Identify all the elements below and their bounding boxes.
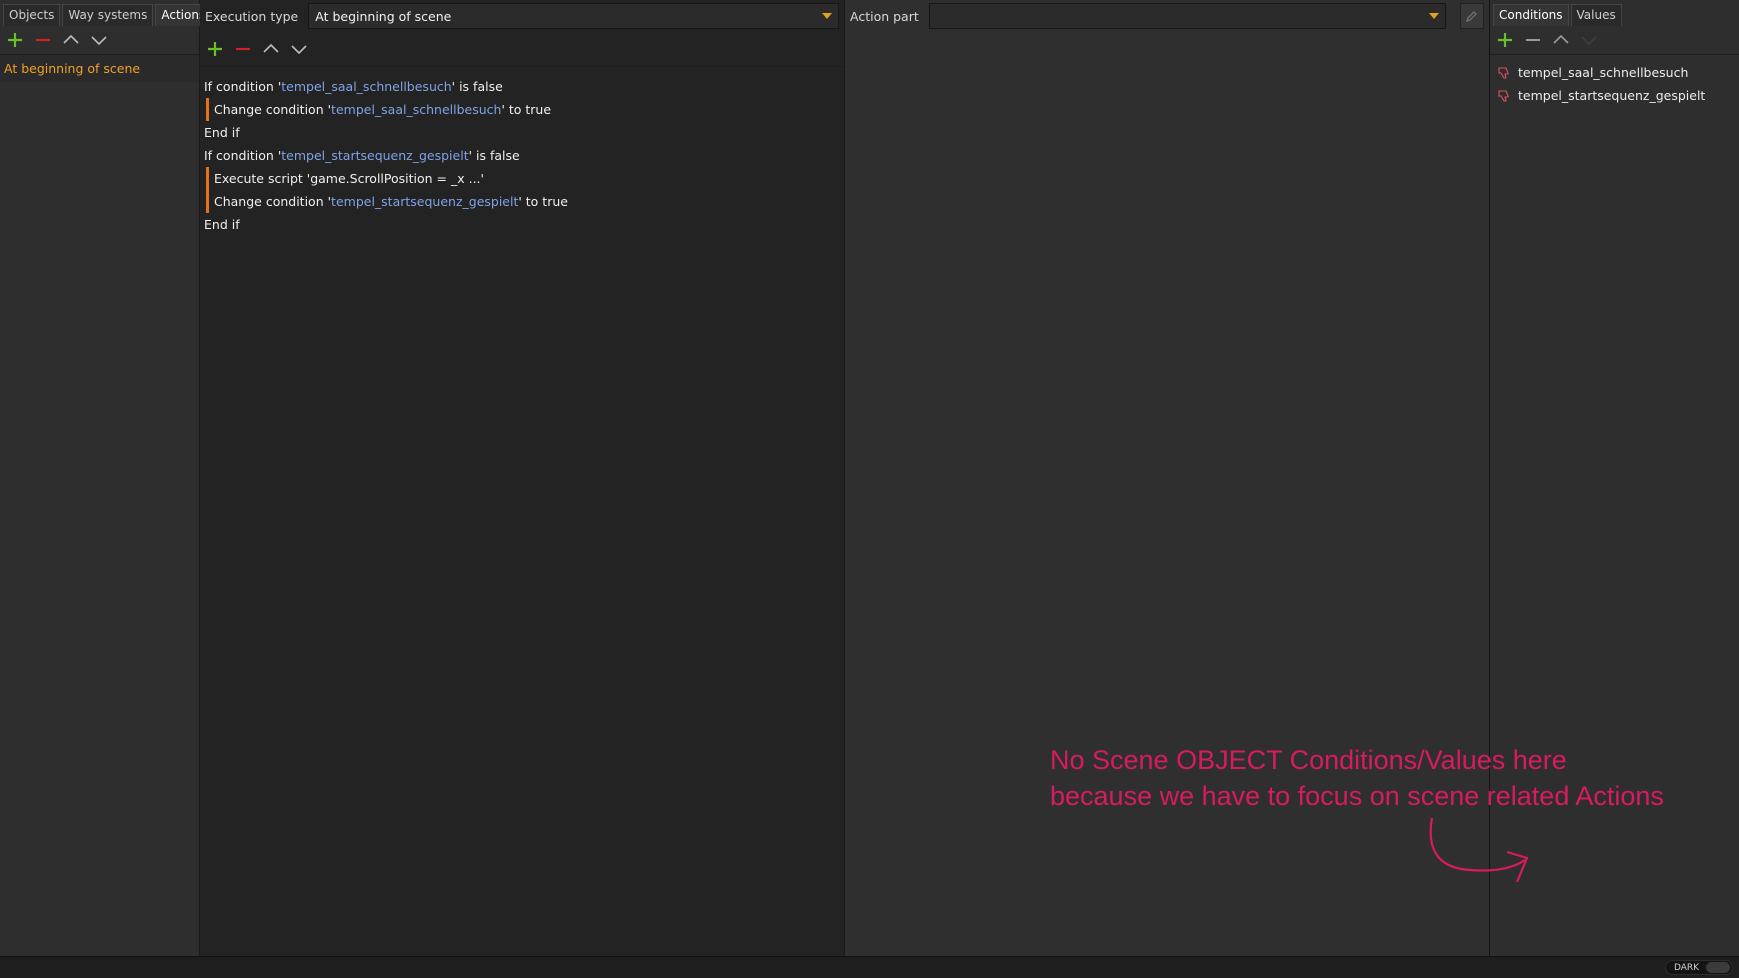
edit-action-part-button[interactable]	[1460, 3, 1484, 29]
add-action-button[interactable]	[6, 31, 24, 49]
add-condition-button[interactable]	[1496, 31, 1514, 49]
add-icon	[1498, 33, 1512, 47]
line-text: If condition '	[204, 79, 282, 94]
move-down-button[interactable]	[90, 31, 108, 49]
action-part-row: Action part	[845, 0, 1489, 32]
action-part-dropdown[interactable]	[928, 3, 1446, 29]
execution-type-dropdown[interactable]: At beginning of scene	[308, 3, 839, 29]
condition-label: tempel_startsequenz_gespielt	[1518, 88, 1706, 103]
remove-icon	[36, 38, 50, 42]
move-up-button[interactable]	[62, 31, 80, 49]
remove-action-button[interactable]	[34, 31, 52, 49]
thumbs-down-icon	[1498, 89, 1509, 102]
theme-toggle[interactable]: DARK	[1665, 960, 1733, 975]
action-lines: If condition 'tempel_saal_schnellbesuch'…	[200, 67, 844, 244]
action-line[interactable]: If condition 'tempel_saal_schnellbesuch'…	[204, 75, 840, 98]
line-text: Change condition '	[214, 194, 332, 209]
list-item[interactable]: tempel_startsequenz_gespielt	[1490, 84, 1739, 107]
annotation-line-1: No Scene OBJECT Conditions/Values here	[1050, 745, 1567, 775]
move-line-down-button[interactable]	[290, 40, 308, 58]
remove-icon	[236, 47, 250, 51]
move-up-icon	[263, 43, 279, 53]
line-text: Execute script 'game.ScrollPosition = _x…	[214, 171, 484, 186]
line-text: ' to true	[501, 102, 552, 117]
add-icon	[208, 42, 222, 56]
right-tabs: Conditions Values	[1490, 0, 1739, 26]
move-down-icon	[91, 36, 107, 46]
condition-link[interactable]: tempel_saal_schnellbesuch	[281, 79, 451, 94]
theme-toggle-label: DARK	[1674, 962, 1700, 973]
add-line-button[interactable]	[206, 40, 224, 58]
remove-condition-button[interactable]	[1524, 31, 1542, 49]
tab-values[interactable]: Values	[1570, 4, 1622, 26]
toggle-knob	[1706, 962, 1730, 973]
annotation-line-2: because we have to focus on scene relate…	[1050, 781, 1664, 811]
condition-link[interactable]: tempel_saal_schnellbesuch	[331, 102, 501, 117]
action-line[interactable]: Change condition 'tempel_startsequenz_ge…	[206, 190, 840, 213]
move-up-icon	[63, 34, 79, 44]
action-line[interactable]: Change condition 'tempel_saal_schnellbes…	[206, 98, 840, 121]
line-text: End if	[204, 217, 240, 232]
condition-link[interactable]: tempel_startsequenz_gespielt	[281, 148, 468, 163]
chevron-down-icon	[822, 13, 832, 19]
center-toolbar	[200, 32, 844, 67]
move-down-icon	[291, 45, 307, 55]
conditions-list: tempel_saal_schnellbesuch tempel_startse…	[1490, 55, 1739, 107]
annotation-arrow-icon	[1429, 817, 1529, 883]
line-text: If condition '	[204, 148, 282, 163]
actions-panel: Objects Way systems Actions At beginning…	[0, 0, 212, 956]
list-item[interactable]: tempel_saal_schnellbesuch	[1490, 61, 1739, 84]
condition-link[interactable]: tempel_startsequenz_gespielt	[331, 194, 518, 209]
line-text: ' to true	[518, 194, 568, 209]
left-tabs: Objects Way systems Actions	[0, 0, 212, 26]
execution-type-row: Execution type At beginning of scene	[200, 0, 844, 32]
add-icon	[8, 33, 22, 47]
chevron-down-icon	[1429, 13, 1439, 19]
tab-conditions[interactable]: Conditions	[1493, 4, 1569, 26]
move-down-icon	[1581, 36, 1597, 46]
right-toolbar	[1490, 26, 1739, 55]
action-line[interactable]: End if	[204, 213, 840, 236]
annotation-note: No Scene OBJECT Conditions/Values here b…	[1050, 742, 1690, 814]
remove-line-button[interactable]	[234, 40, 252, 58]
action-editor-panel: Execution type At beginning of scene If …	[200, 0, 845, 956]
line-text: ' is false	[451, 79, 503, 94]
thumbs-down-icon	[1498, 66, 1509, 79]
tab-objects[interactable]: Objects	[3, 4, 61, 26]
move-condition-up-button[interactable]	[1552, 31, 1570, 49]
execution-type-value: At beginning of scene	[315, 8, 452, 24]
move-condition-down-button[interactable]	[1580, 31, 1598, 49]
left-toolbar	[0, 26, 199, 55]
line-text: ' is false	[468, 148, 520, 163]
line-text: End if	[204, 125, 240, 140]
action-line[interactable]: Execute script 'game.ScrollPosition = _x…	[206, 167, 840, 190]
action-line[interactable]: If condition 'tempel_startsequenz_gespie…	[204, 144, 840, 167]
condition-label: tempel_saal_schnellbesuch	[1518, 65, 1689, 80]
status-bar: DARK	[0, 956, 1739, 978]
line-text: Change condition '	[214, 102, 332, 117]
action-line[interactable]: End if	[204, 121, 840, 144]
tab-way-systems[interactable]: Way systems	[62, 4, 154, 26]
list-item-at-beginning-of-scene[interactable]: At beginning of scene	[0, 55, 199, 82]
execution-type-label: Execution type	[205, 8, 299, 24]
remove-icon	[1526, 39, 1540, 41]
move-line-up-button[interactable]	[262, 40, 280, 58]
move-up-icon	[1553, 34, 1569, 44]
action-part-label: Action part	[850, 8, 919, 24]
pencil-icon	[1466, 11, 1477, 22]
